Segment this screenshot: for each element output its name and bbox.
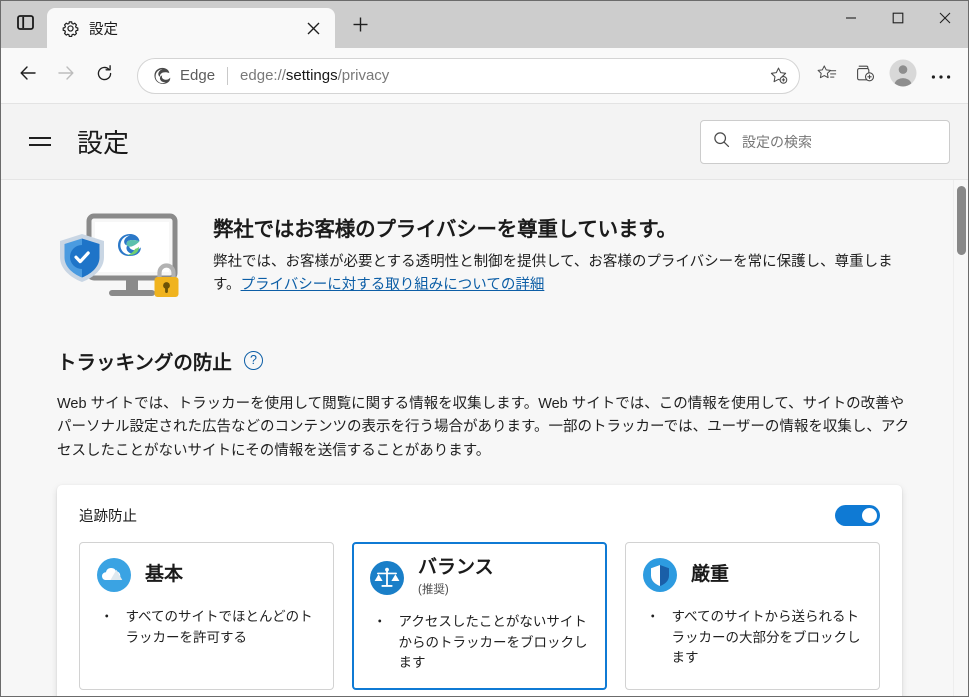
profile-button[interactable] xyxy=(884,57,922,95)
settings-search-box[interactable] xyxy=(700,119,950,164)
privacy-learn-more-link[interactable]: プライバシーに対する取り組みについての詳細 xyxy=(241,277,545,293)
tab-search-button[interactable] xyxy=(5,5,45,45)
tracking-level-strict[interactable]: 厳重 ・ すべてのサイトから送られるトラッカーの大部分をブロックします xyxy=(625,542,880,691)
tab-search-icon xyxy=(16,14,34,36)
tracking-prevention-title: トラッキングの防止 xyxy=(57,352,232,374)
tracking-level-balanced-header: バランス (推奨) xyxy=(370,558,589,597)
search-icon xyxy=(713,131,730,153)
basic-cloud-icon xyxy=(97,558,131,593)
tracking-prevention-toggle[interactable] xyxy=(835,505,880,527)
bullet-marker: ・ xyxy=(646,609,660,625)
bullet-marker: ・ xyxy=(373,614,387,630)
list-item: ・ アクセスしたことがないサイトからのトラッカーをブロックします xyxy=(370,612,589,673)
tracking-prevention-card: 追跡防止 基本 ・ すべてのサイトでほとんどのトラッカーを許可する バランス (… xyxy=(57,485,902,696)
page-title: 設定 xyxy=(77,128,130,158)
address-bar[interactable]: Edge edge://settings/privacy xyxy=(137,57,800,94)
bullet-text: すべてのサイトでほとんどのトラッカーを許可する xyxy=(125,609,313,645)
window-caption-buttons xyxy=(827,1,968,35)
tracking-level-basic[interactable]: 基本 ・ すべてのサイトでほとんどのトラッカーを許可する xyxy=(79,542,334,691)
scrollbar-thumb[interactable] xyxy=(957,186,966,255)
list-item: ・ すべてのサイトでほとんどのトラッカーを許可する xyxy=(97,607,316,648)
refresh-button[interactable] xyxy=(85,57,123,95)
tracking-level-strict-header: 厳重 xyxy=(643,558,862,593)
collections-button[interactable] xyxy=(846,57,884,95)
tracking-level-strict-name: 厳重 xyxy=(691,564,730,585)
strict-shield-icon xyxy=(643,558,677,593)
privacy-hero-text: 弊社ではお客様のプライバシーを尊重しています。 弊社では、お客様が必要とする透明… xyxy=(213,210,912,298)
maximize-button[interactable] xyxy=(874,1,921,35)
arrow-left-icon xyxy=(18,63,38,88)
tracking-level-basic-bullets: ・ すべてのサイトでほとんどのトラッカーを許可する xyxy=(97,607,316,648)
tab-close-button[interactable] xyxy=(301,16,325,40)
tab-title: 設定 xyxy=(89,21,118,38)
url-path: /privacy xyxy=(337,67,390,84)
close-window-button[interactable] xyxy=(921,1,968,35)
tracking-level-basic-header: 基本 xyxy=(97,558,316,593)
browser-window: 設定 Edge edge://settings/privacy 設定 設定の検索… xyxy=(0,0,969,697)
privacy-hero-body: 弊社では、お客様が必要とする透明性と制御を提供して、お客様のプライバシーを常に保… xyxy=(213,251,912,298)
tracking-level-balanced-subtitle: (推奨) xyxy=(418,584,449,597)
favorites-button[interactable] xyxy=(808,57,846,95)
tracking-level-strict-bullets: ・ すべてのサイトから送られるトラッカーの大部分をブロックします xyxy=(643,607,862,668)
tracking-level-balanced[interactable]: バランス (推奨) ・ アクセスしたことがないサイトからのトラッカーをブロックし… xyxy=(352,542,607,691)
collections-add-icon xyxy=(855,63,875,88)
url-scheme: edge:// xyxy=(240,67,286,84)
content-scrollbar[interactable] xyxy=(953,180,968,696)
new-tab-button[interactable] xyxy=(343,10,377,44)
more-settings-button[interactable] xyxy=(922,57,960,95)
settings-content-inner: 弊社ではお客様のプライバシーを尊重しています。 弊社では、お客様が必要とする透明… xyxy=(1,180,968,696)
tab-strip: 設定 xyxy=(1,1,968,48)
bullet-marker: ・ xyxy=(100,609,114,625)
balanced-scales-icon xyxy=(370,560,404,595)
ellipsis-icon xyxy=(931,67,951,85)
tracking-level-balanced-name: バランス xyxy=(418,557,494,579)
settings-search-input[interactable] xyxy=(742,133,937,150)
privacy-hero-title: 弊社ではお客様のプライバシーを尊重しています。 xyxy=(213,218,677,241)
browser-tab-settings[interactable]: 設定 xyxy=(47,8,335,48)
privacy-hero: 弊社ではお客様のプライバシーを尊重しています。 弊社では、お客様が必要とする透明… xyxy=(57,210,912,312)
url-host: settings xyxy=(285,67,338,84)
refresh-icon xyxy=(95,64,114,88)
tracking-level-balanced-bullets: ・ アクセスしたことがないサイトからのトラッカーをブロックします xyxy=(370,612,589,673)
hamburger-menu-icon[interactable] xyxy=(23,125,57,159)
tracking-level-options: 基本 ・ すべてのサイトでほとんどのトラッカーを許可する バランス (推奨) ・… xyxy=(79,542,880,691)
settings-content-area: 弊社ではお客様のプライバシーを尊重しています。 弊社では、お客様が必要とする透明… xyxy=(1,180,968,696)
bullet-text: すべてのサイトから送られるトラッカーの大部分をブロックします xyxy=(671,609,861,665)
omnibox-url-text: edge://settings/privacy xyxy=(240,67,763,84)
forward-button xyxy=(47,57,85,95)
settings-page-header: 設定 xyxy=(1,104,968,180)
browser-toolbar: Edge edge://settings/privacy xyxy=(1,48,968,104)
tracking-prevention-description: Web サイトでは、トラッカーを使用して閲覧に関する情報を収集します。Web サ… xyxy=(57,396,910,459)
tracking-level-basic-name: 基本 xyxy=(145,564,184,585)
help-icon[interactable]: ? xyxy=(243,351,263,370)
tracking-level-strict-title-block: 厳重 xyxy=(691,564,730,586)
omnibox-brand-label: Edge xyxy=(180,67,216,84)
add-favorite-button[interactable] xyxy=(763,61,793,91)
list-item: ・ すべてのサイトから送られるトラッカーの大部分をブロックします xyxy=(643,607,862,668)
hamburger-line xyxy=(29,137,51,139)
bullet-text: アクセスしたことがないサイトからのトラッカーをブロックします xyxy=(398,614,588,670)
favorites-list-icon xyxy=(817,63,837,88)
settings-search-wrapper xyxy=(700,119,950,164)
gear-icon xyxy=(61,19,79,37)
profile-avatar-icon xyxy=(889,59,917,92)
hamburger-line xyxy=(29,144,51,146)
back-button[interactable] xyxy=(9,57,47,95)
plus-icon xyxy=(352,16,369,38)
tracking-prevention-heading: トラッキングの防止 ? xyxy=(57,346,912,375)
minimize-button[interactable] xyxy=(827,1,874,35)
tracking-level-basic-title-block: 基本 xyxy=(145,564,184,586)
edge-logo-icon xyxy=(152,66,172,86)
privacy-monitor-shield-lock-illustration xyxy=(57,212,189,312)
tracking-prevention-toggle-label: 追跡防止 xyxy=(79,509,137,526)
omnibox-separator xyxy=(227,66,229,85)
tracking-prevention-card-header: 追跡防止 xyxy=(79,505,880,527)
arrow-right-icon xyxy=(56,63,76,88)
tracking-level-balanced-title-block: バランス (推奨) xyxy=(418,558,494,597)
toggle-knob xyxy=(862,508,877,524)
